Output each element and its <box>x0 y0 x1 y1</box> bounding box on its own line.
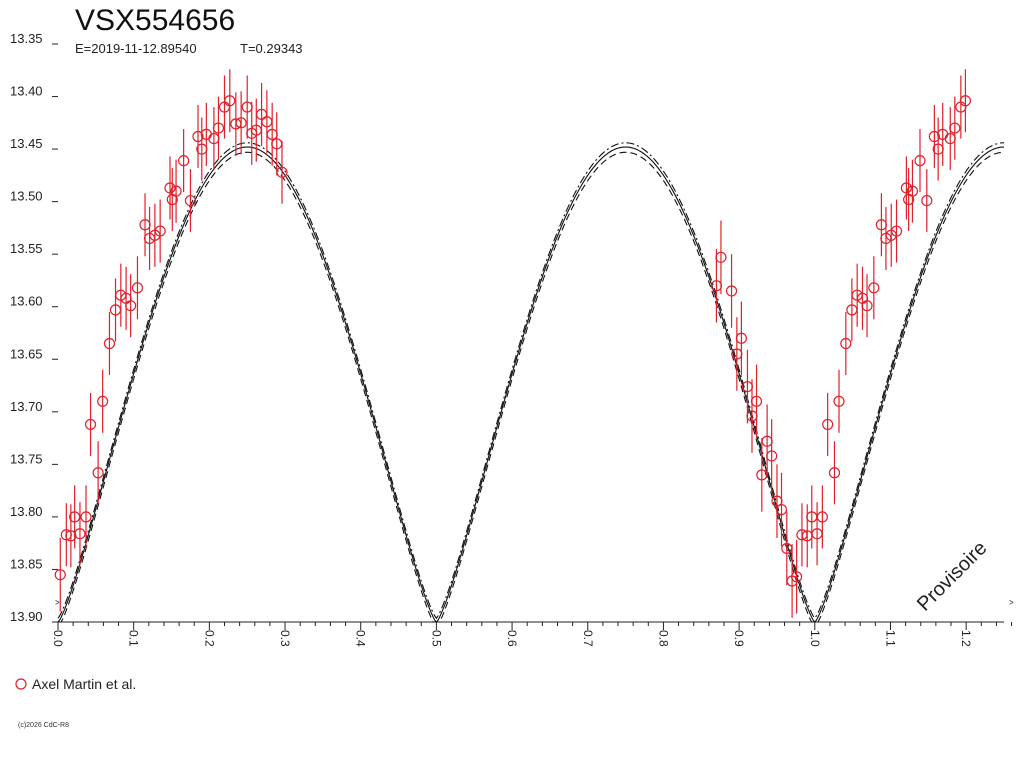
x-tick-label: 1.0 <box>808 630 822 647</box>
data-point <box>241 75 253 139</box>
x-tick-label: 1.2 <box>959 630 973 647</box>
data-point <box>955 75 967 139</box>
data-point <box>178 129 190 193</box>
model-curves <box>57 142 1005 623</box>
data-point <box>944 107 956 171</box>
data-point <box>139 193 151 257</box>
data-point <box>880 206 892 270</box>
data-point <box>212 96 225 160</box>
data-point <box>224 69 236 133</box>
data-point <box>840 311 852 376</box>
data-point <box>97 369 109 433</box>
model-curve-solid <box>57 146 1005 623</box>
axes: 13.35 13.40 13.45 13.50 13.55 13.60 13.65 13.70… <box>10 31 1013 647</box>
data-point <box>856 266 869 330</box>
data-point <box>735 301 747 376</box>
x-tick-label: 0.7 <box>581 630 595 647</box>
data-point <box>828 441 841 505</box>
data-point <box>959 69 972 133</box>
epoch-label: E=2019-11-12.89540 <box>75 41 197 56</box>
light-curve-chart: VSX554656 E=2019-11-12.89540 T=0.29343 1… <box>10 4 1014 729</box>
x-tick-label: 1.1 <box>883 630 897 647</box>
data-point <box>791 540 803 614</box>
data-point <box>756 438 768 512</box>
y-tick-label: 13.75 <box>10 451 43 466</box>
data-point <box>715 220 727 295</box>
copyright-note: (c)2026 CdC-R8 <box>18 722 69 729</box>
x-tick-label: 0.0 <box>51 630 65 647</box>
x-tick-label: 0.6 <box>505 630 519 647</box>
y-tick-label: 13.45 <box>10 136 43 151</box>
data-point <box>109 278 122 342</box>
x-tick-label: 0.1 <box>127 630 141 647</box>
y-tick-label: 13.85 <box>10 556 43 571</box>
data-point <box>84 392 97 456</box>
chart-title: VSX554656 <box>75 4 235 37</box>
legend: Axel Martin et al. <box>15 676 136 692</box>
y-tick-label: 13.35 <box>10 31 43 46</box>
data-point <box>143 206 156 270</box>
data-point <box>120 266 132 330</box>
data-point <box>781 511 793 586</box>
y-tick-label: 13.90 <box>10 609 43 624</box>
right-edge-mark: ^ <box>1003 600 1014 605</box>
data-point <box>761 404 773 479</box>
x-tick-label: 0.3 <box>278 630 292 647</box>
y-tick-label: 13.65 <box>10 346 43 361</box>
data-point <box>725 254 738 328</box>
data-point <box>949 96 961 160</box>
data-point <box>255 82 268 146</box>
data-point <box>846 278 858 342</box>
x-tick-label: 0.5 <box>429 630 443 647</box>
y-tick-label: 13.70 <box>10 399 43 414</box>
data-point <box>80 485 92 549</box>
y-tick-label: 13.80 <box>10 504 43 519</box>
model-curve-dashed <box>58 151 1005 623</box>
observation-points <box>54 69 972 618</box>
data-point <box>875 193 887 257</box>
data-point <box>750 364 763 439</box>
data-point <box>921 169 933 233</box>
y-tick-label: 13.40 <box>10 84 43 99</box>
legend-label: Axel Martin et al. <box>32 676 136 692</box>
period-label: T=0.29343 <box>240 41 303 56</box>
provisional-watermark: Provisoire <box>913 537 991 615</box>
data-point <box>164 156 176 220</box>
data-point <box>103 311 116 376</box>
x-tick-label: 0.8 <box>656 630 670 647</box>
data-point <box>822 392 834 456</box>
data-point <box>218 75 231 139</box>
x-tick-label: 0.4 <box>354 630 368 647</box>
data-point <box>271 112 283 176</box>
data-point <box>851 263 863 327</box>
left-edge-mark: ^ <box>49 600 60 605</box>
x-tick-label: 0.2 <box>202 630 216 647</box>
data-point <box>746 379 758 453</box>
data-point <box>900 156 912 220</box>
data-point <box>250 98 262 162</box>
data-point <box>115 263 127 327</box>
legend-marker <box>15 678 27 690</box>
data-point <box>914 129 926 193</box>
y-tick-label: 13.60 <box>10 294 43 309</box>
data-point <box>833 369 845 433</box>
y-tick-label: 13.50 <box>10 189 43 204</box>
y-tick-label: 13.55 <box>10 241 43 256</box>
data-point <box>261 90 273 154</box>
x-tick-label: 0.9 <box>732 630 746 647</box>
model-curve-dashdot <box>57 142 1005 620</box>
